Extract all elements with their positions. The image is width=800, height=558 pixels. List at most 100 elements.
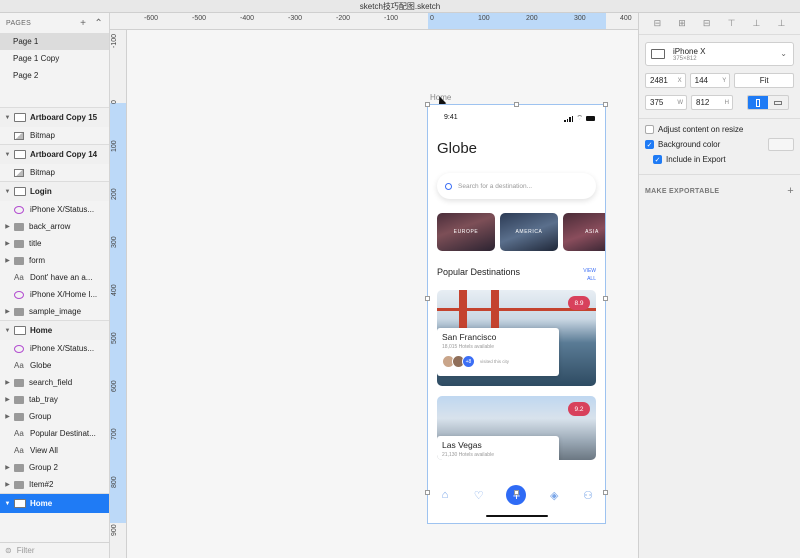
add-export-icon[interactable]: + bbox=[787, 185, 794, 197]
layer-group[interactable]: ▶ Group bbox=[0, 408, 109, 425]
page-item-3[interactable]: Page 2 bbox=[0, 67, 109, 84]
layer-bitmap[interactable]: Bitmap bbox=[0, 164, 109, 181]
layer-artboard-copy-15[interactable]: ▼ Artboard Copy 15 bbox=[0, 107, 109, 127]
layer-status-symbol[interactable]: iPhone X/Status... bbox=[0, 201, 109, 218]
orientation-toggle[interactable] bbox=[747, 95, 789, 110]
layer-search-field[interactable]: ▶ search_field bbox=[0, 374, 109, 391]
layer-tab-tray[interactable]: ▶ tab_tray bbox=[0, 391, 109, 408]
layer-title[interactable]: ▶ title bbox=[0, 235, 109, 252]
category-card-asia[interactable]: ASIA bbox=[563, 213, 605, 251]
destination-card-san-francisco[interactable]: 8.9 San Francisco 18,015 Hotels availabl… bbox=[437, 290, 596, 386]
resize-handle[interactable] bbox=[514, 102, 519, 107]
disclosure-icon[interactable]: ▶ bbox=[3, 396, 12, 403]
height-field[interactable]: 812 H bbox=[691, 95, 733, 110]
include-export-checkbox[interactable]: ✓ Include in Export bbox=[653, 155, 800, 164]
disclosure-icon[interactable]: ▼ bbox=[3, 152, 12, 158]
adjust-content-checkbox[interactable]: Adjust content on resize bbox=[645, 125, 800, 134]
device-preset-select[interactable]: iPhone X 375×812 ⌄ bbox=[645, 42, 794, 66]
page-item-2[interactable]: Page 1 Copy bbox=[0, 50, 109, 67]
layer-sample-image[interactable]: ▶ sample_image bbox=[0, 303, 109, 320]
layer-group-2[interactable]: ▶ Group 2 bbox=[0, 459, 109, 476]
ruler-tick: 100 bbox=[111, 140, 118, 152]
horizontal-ruler[interactable]: -600 -500 -400 -300 -200 -100 0 100 200 … bbox=[110, 13, 638, 30]
x-field[interactable]: 2481 X bbox=[645, 73, 686, 88]
disclosure-icon[interactable]: ▶ bbox=[3, 481, 12, 488]
search-field[interactable]: Search for a destination... bbox=[437, 173, 596, 199]
align-right-icon[interactable]: ⊟ bbox=[703, 18, 711, 29]
resize-handle[interactable] bbox=[425, 296, 430, 301]
resize-handle[interactable] bbox=[603, 296, 608, 301]
layer-home[interactable]: ▼ Home bbox=[0, 320, 109, 340]
filter-field[interactable]: ⊜ Filter bbox=[0, 542, 109, 558]
disclosure-icon[interactable]: ▶ bbox=[3, 464, 12, 471]
layer-bitmap[interactable]: Bitmap bbox=[0, 127, 109, 144]
layer-globe-text[interactable]: Aa Globe bbox=[0, 357, 109, 374]
profile-tab-icon[interactable]: ⚇ bbox=[582, 489, 594, 502]
landscape-icon[interactable] bbox=[768, 96, 788, 109]
width-field[interactable]: 375 W bbox=[645, 95, 687, 110]
canvas[interactable]: Home 9:41 ⌔ Globe Search for a destinati… bbox=[127, 30, 638, 558]
page-item-1[interactable]: Page 1 bbox=[0, 33, 109, 50]
layer-text[interactable]: Aa Dont' have an a... bbox=[0, 269, 109, 286]
disclosure-icon[interactable]: ▼ bbox=[3, 189, 12, 195]
y-field[interactable]: 144 Y bbox=[689, 73, 731, 88]
disclosure-icon[interactable]: ▶ bbox=[3, 223, 12, 230]
resize-handle[interactable] bbox=[425, 102, 430, 107]
disclosure-icon[interactable]: ▶ bbox=[3, 413, 12, 420]
resize-handle[interactable] bbox=[514, 490, 519, 495]
align-left-icon[interactable]: ⊟ bbox=[654, 18, 662, 29]
align-center-icon[interactable]: ⊞ bbox=[678, 18, 686, 29]
add-page-icon[interactable]: + bbox=[80, 18, 86, 29]
disclosure-icon[interactable]: ▼ bbox=[3, 115, 12, 121]
color-swatch[interactable] bbox=[768, 138, 794, 151]
layer-popular-text[interactable]: Aa Popular Destinat... bbox=[0, 425, 109, 442]
layers-tab-icon[interactable]: ◈ bbox=[548, 489, 560, 502]
disclosure-icon[interactable]: ▶ bbox=[3, 240, 12, 247]
category-card-america[interactable]: AMERICA bbox=[500, 213, 558, 251]
checkbox-icon[interactable] bbox=[645, 125, 654, 134]
view-all-link[interactable]: VIEW ALL bbox=[580, 267, 596, 283]
background-color-checkbox[interactable]: ✓ Background color bbox=[645, 138, 800, 151]
vertical-ruler[interactable]: -100 0 100 200 300 400 500 600 700 800 9… bbox=[110, 30, 127, 558]
align-middle-icon[interactable]: ⊥ bbox=[753, 18, 761, 29]
disclosure-icon[interactable]: ▶ bbox=[3, 257, 12, 264]
image-icon bbox=[14, 168, 24, 177]
heart-tab-icon[interactable]: ♡ bbox=[473, 489, 485, 502]
checkbox-checked-icon[interactable]: ✓ bbox=[645, 140, 654, 149]
category-card-europe[interactable]: EUROPE bbox=[437, 213, 495, 251]
layer-status-symbol[interactable]: iPhone X/Status... bbox=[0, 340, 109, 357]
device-size: 375×812 bbox=[673, 55, 697, 62]
add-button[interactable]: + bbox=[506, 485, 527, 505]
layer-label: iPhone X/Home I... bbox=[30, 290, 98, 299]
resize-handle[interactable] bbox=[603, 490, 608, 495]
layer-home-symbol[interactable]: iPhone X/Home I... bbox=[0, 286, 109, 303]
text-icon: Aa bbox=[14, 446, 24, 455]
layer-item-2[interactable]: ▶ Item#2 bbox=[0, 476, 109, 493]
width-value: 375 bbox=[650, 98, 664, 107]
disclosure-icon[interactable]: ▼ bbox=[3, 501, 12, 507]
disclosure-icon[interactable]: ▼ bbox=[3, 328, 12, 334]
align-top-icon[interactable]: ⊤ bbox=[728, 18, 736, 29]
make-exportable-section[interactable]: MAKE EXPORTABLE + bbox=[645, 185, 794, 197]
resize-handle[interactable] bbox=[603, 102, 608, 107]
disclosure-icon[interactable]: ▶ bbox=[3, 308, 12, 315]
card-info: Las Vegas 21,130 Hotels available bbox=[437, 436, 559, 460]
align-bottom-icon[interactable]: ⊥ bbox=[778, 18, 786, 29]
destination-card-las-vegas[interactable]: 9.2 Las Vegas 21,130 Hotels available bbox=[437, 396, 596, 460]
layer-login[interactable]: ▼ Login bbox=[0, 181, 109, 201]
layer-artboard-copy-14[interactable]: ▼ Artboard Copy 14 bbox=[0, 144, 109, 164]
artboard-home[interactable]: 9:41 ⌔ Globe Search for a destination...… bbox=[427, 104, 606, 524]
layer-form[interactable]: ▶ form bbox=[0, 252, 109, 269]
layer-view-all-text[interactable]: Aa View All bbox=[0, 442, 109, 459]
collapse-pages-icon[interactable]: ⌃ bbox=[94, 18, 103, 29]
portrait-icon[interactable] bbox=[748, 96, 768, 109]
layer-home-selected[interactable]: ▼ Home bbox=[0, 493, 109, 513]
layer-label: Globe bbox=[30, 361, 52, 370]
layer-back-arrow[interactable]: ▶ back_arrow bbox=[0, 218, 109, 235]
hotels-count: 18,015 Hotels available bbox=[442, 344, 494, 350]
fit-button[interactable]: Fit bbox=[734, 73, 795, 88]
checkbox-checked-icon[interactable]: ✓ bbox=[653, 155, 662, 164]
home-tab-icon[interactable]: ⌂ bbox=[439, 489, 451, 501]
disclosure-icon[interactable]: ▶ bbox=[3, 379, 12, 386]
resize-handle[interactable] bbox=[425, 490, 430, 495]
